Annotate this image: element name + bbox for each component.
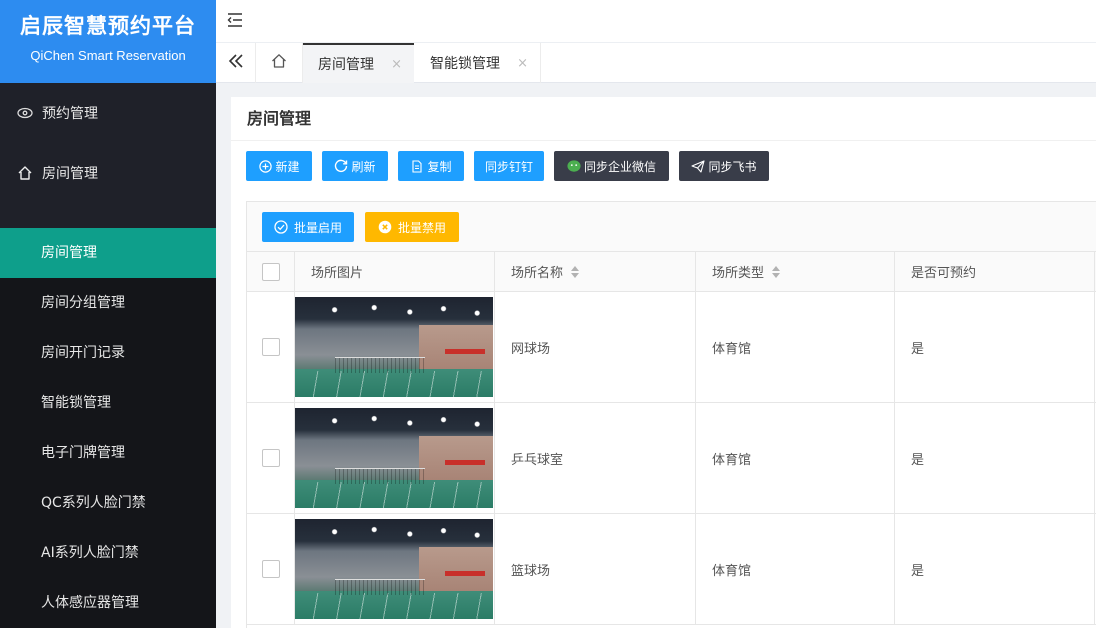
sidebar-item-qc-face[interactable]: QC系列人脸门禁 [0, 478, 216, 528]
sync-feishu-label: 同步飞书 [708, 159, 757, 174]
row-image-cell [295, 292, 495, 402]
sidebar-item-smart-lock[interactable]: 智能锁管理 [0, 378, 216, 428]
refresh-button[interactable]: 刷新 [322, 151, 388, 181]
menu-group-label: 预约管理 [42, 106, 98, 122]
sidebar-item-ai-face[interactable]: AI系列人脸门禁 [0, 528, 216, 578]
tabs-back-button[interactable] [216, 43, 256, 83]
row-checkbox[interactable] [261, 449, 280, 467]
menu-group-room[interactable]: 房间管理 [0, 143, 216, 203]
document-icon [410, 159, 424, 173]
refresh-icon [334, 159, 348, 173]
row-checkbox-cell [247, 292, 295, 402]
sync-dingtalk-label: 同步钉钉 [484, 159, 533, 174]
sidebar-item-room-management[interactable]: 房间管理 [0, 228, 216, 278]
row-checkbox[interactable] [261, 560, 280, 578]
sync-wechat-label: 同步企业微信 [583, 159, 656, 174]
venue-photo[interactable] [295, 519, 493, 619]
row-bookable: 是 [895, 403, 1095, 513]
sync-feishu-button[interactable]: 同步飞书 [679, 151, 769, 181]
select-all-checkbox[interactable] [261, 262, 280, 281]
paper-plane-icon [691, 159, 706, 173]
copy-button-label: 复制 [427, 159, 452, 174]
close-icon[interactable]: × [391, 57, 402, 72]
header-image: 场所图片 [295, 252, 495, 291]
double-chevron-left-icon [228, 54, 244, 72]
sidebar: 启辰智慧预约平台 QiChen Smart Reservation 预约管理 房… [0, 0, 216, 628]
copy-button[interactable]: 复制 [398, 151, 464, 181]
new-button[interactable]: 新建 [246, 151, 312, 181]
tab-smart-lock[interactable]: 智能锁管理 × [414, 43, 541, 83]
batch-disable-label: 批量禁用 [397, 220, 446, 235]
refresh-button-label: 刷新 [351, 159, 376, 174]
row-type: 体育馆 [696, 292, 895, 402]
new-button-label: 新建 [275, 159, 300, 174]
tab-label: 房间管理 [318, 57, 374, 73]
row-name: 乒乓球室 [495, 403, 696, 513]
row-bookable: 是 [895, 292, 1095, 402]
batch-disable-button[interactable]: 批量禁用 [365, 212, 459, 242]
sidebar-item-sensor[interactable]: 人体感应器管理 [0, 578, 216, 628]
close-circle-icon [378, 220, 392, 234]
table-row: 乒乓球室 体育馆 是 [247, 403, 1096, 514]
row-bookable: 是 [895, 514, 1095, 624]
row-image-cell [295, 403, 495, 513]
header-image-label: 场所图片 [311, 266, 364, 281]
sidebar-item-door-sign[interactable]: 电子门牌管理 [0, 428, 216, 478]
sync-wechat-button[interactable]: 同步企业微信 [554, 151, 669, 181]
row-type: 体育馆 [696, 403, 895, 513]
check-circle-icon [274, 220, 288, 234]
menu-fold-icon[interactable] [226, 11, 244, 29]
sort-icon[interactable] [772, 265, 781, 278]
row-checkbox[interactable] [261, 338, 280, 356]
tab-home[interactable] [256, 43, 303, 83]
tab-room-management[interactable]: 房间管理 × [303, 43, 414, 83]
brand-title: 启辰智慧预约平台 [20, 14, 196, 38]
row-checkbox-cell [247, 403, 295, 513]
menu-group-label: 房间管理 [42, 166, 98, 182]
row-name: 网球场 [495, 292, 696, 402]
home-icon [16, 164, 34, 182]
table-header: 场所图片 场所名称 场所类型 是否可预约 [247, 252, 1096, 292]
content-card: 房间管理 新建 刷新 复制 同步钉钉 同步企业微信 同步飞书 批量启用 批量禁用… [231, 97, 1096, 628]
menu-group-reservation[interactable]: 预约管理 [0, 83, 216, 143]
header-name[interactable]: 场所名称 [495, 252, 696, 291]
batch-toolbar: 批量启用 批量禁用 [247, 202, 1096, 252]
batch-enable-button[interactable]: 批量启用 [262, 212, 354, 242]
brand-header: 启辰智慧预约平台 QiChen Smart Reservation [0, 0, 216, 83]
row-image-cell [295, 514, 495, 624]
header-checkbox-cell [247, 252, 295, 291]
header-type-label: 场所类型 [712, 266, 765, 281]
home-icon [271, 53, 287, 73]
header-name-label: 场所名称 [511, 266, 564, 281]
tab-label: 智能锁管理 [430, 56, 500, 72]
brand-subtitle: QiChen Smart Reservation [30, 48, 186, 63]
eye-icon [16, 104, 34, 122]
plus-circle-icon [258, 159, 272, 173]
row-checkbox-cell [247, 514, 295, 624]
table-row: 网球场 体育馆 是 [247, 292, 1096, 403]
sync-dingtalk-button[interactable]: 同步钉钉 [474, 151, 544, 181]
table-row: 篮球场 体育馆 是 [247, 514, 1096, 625]
row-name: 篮球场 [495, 514, 696, 624]
venue-photo[interactable] [295, 297, 493, 397]
room-table: 批量启用 批量禁用 场所图片 场所名称 场所类型 是否可预约 网球场 体育馆 是… [246, 201, 1096, 628]
close-icon[interactable]: × [517, 56, 528, 71]
header-bookable-label: 是否可预约 [911, 266, 977, 281]
room-submenu: 房间管理 房间分组管理 房间开门记录 智能锁管理 电子门牌管理 QC系列人脸门禁… [0, 228, 216, 628]
batch-enable-label: 批量启用 [293, 220, 342, 235]
sidebar-item-room-groups[interactable]: 房间分组管理 [0, 278, 216, 328]
tabs-bar: 房间管理 × 智能锁管理 × [216, 43, 1096, 83]
page-title: 房间管理 [231, 97, 1096, 141]
row-type: 体育馆 [696, 514, 895, 624]
header-type[interactable]: 场所类型 [696, 252, 895, 291]
sidebar-item-door-records[interactable]: 房间开门记录 [0, 328, 216, 378]
venue-photo[interactable] [295, 408, 493, 508]
top-bar [216, 0, 1096, 43]
header-bookable: 是否可预约 [895, 252, 1095, 291]
wechat-icon [567, 159, 581, 173]
sort-icon[interactable] [571, 265, 580, 278]
